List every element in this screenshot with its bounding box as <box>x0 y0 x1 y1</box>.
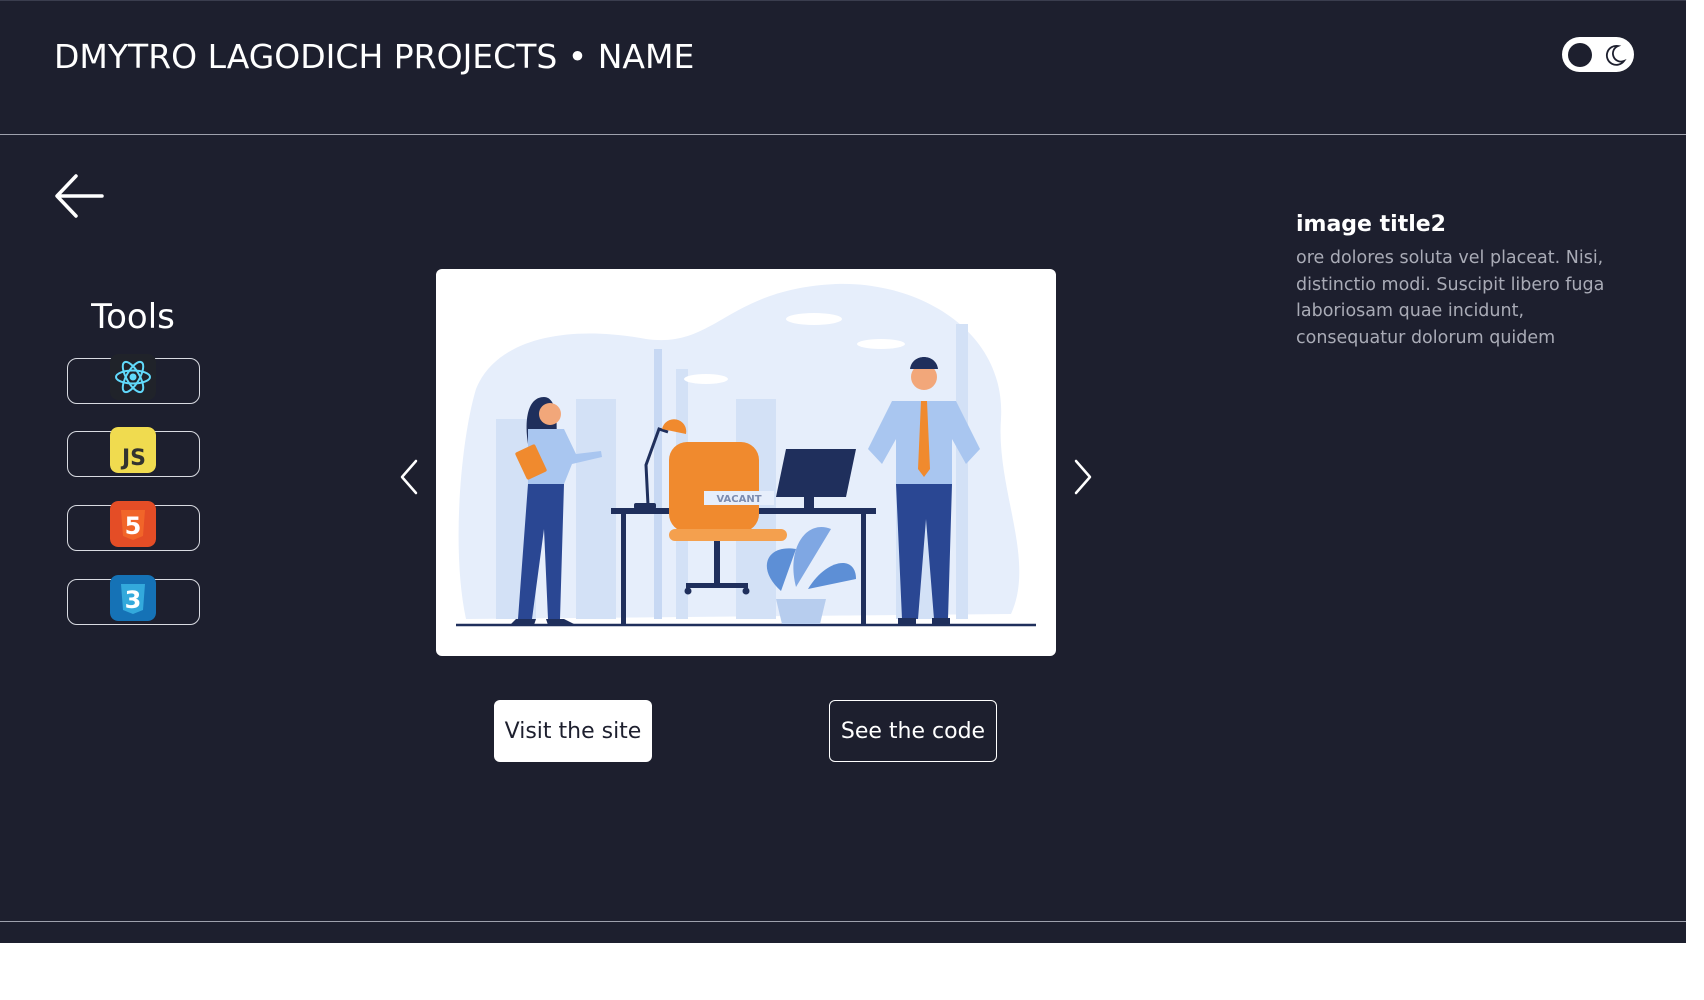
office-illustration: VACANT <box>456 283 1036 627</box>
svg-text:JS: JS <box>120 446 146 471</box>
react-icon <box>110 354 156 400</box>
tool-css3: 3 <box>67 575 200 625</box>
toggle-knob <box>1568 43 1592 67</box>
tool-react <box>67 354 200 404</box>
see-code-button[interactable]: See the code <box>829 700 997 762</box>
visit-site-button[interactable]: Visit the site <box>494 700 652 762</box>
tool-javascript: JS <box>67 427 200 477</box>
svg-text:VACANT: VACANT <box>716 494 761 505</box>
site-title: DMYTRO LAGODICH PROJECTS • NAME <box>54 37 695 76</box>
tool-html5: 5 <box>67 501 200 551</box>
svg-text:3: 3 <box>125 586 142 614</box>
carousel-slide-image: VACANT <box>436 269 1056 656</box>
tools-heading: Tools <box>91 297 175 337</box>
html5-icon: 5 <box>110 501 156 547</box>
app-window: DMYTRO LAGODICH PROJECTS • NAME Tools JS <box>0 0 1686 943</box>
image-title: image title2 <box>1296 212 1446 237</box>
moon-icon <box>1606 44 1627 66</box>
footer-divider <box>0 921 1686 922</box>
image-description: ore dolores soluta vel placeat. Nisi, di… <box>1296 248 1605 348</box>
svg-text:5: 5 <box>125 512 142 540</box>
chevron-left-icon[interactable] <box>394 455 424 499</box>
css3-icon: 3 <box>110 575 156 621</box>
arrow-left-icon[interactable] <box>52 169 108 219</box>
site-header: DMYTRO LAGODICH PROJECTS • NAME <box>0 1 1686 135</box>
js-icon: JS <box>110 427 156 473</box>
chevron-right-icon[interactable] <box>1068 455 1098 499</box>
theme-toggle[interactable] <box>1562 37 1634 72</box>
